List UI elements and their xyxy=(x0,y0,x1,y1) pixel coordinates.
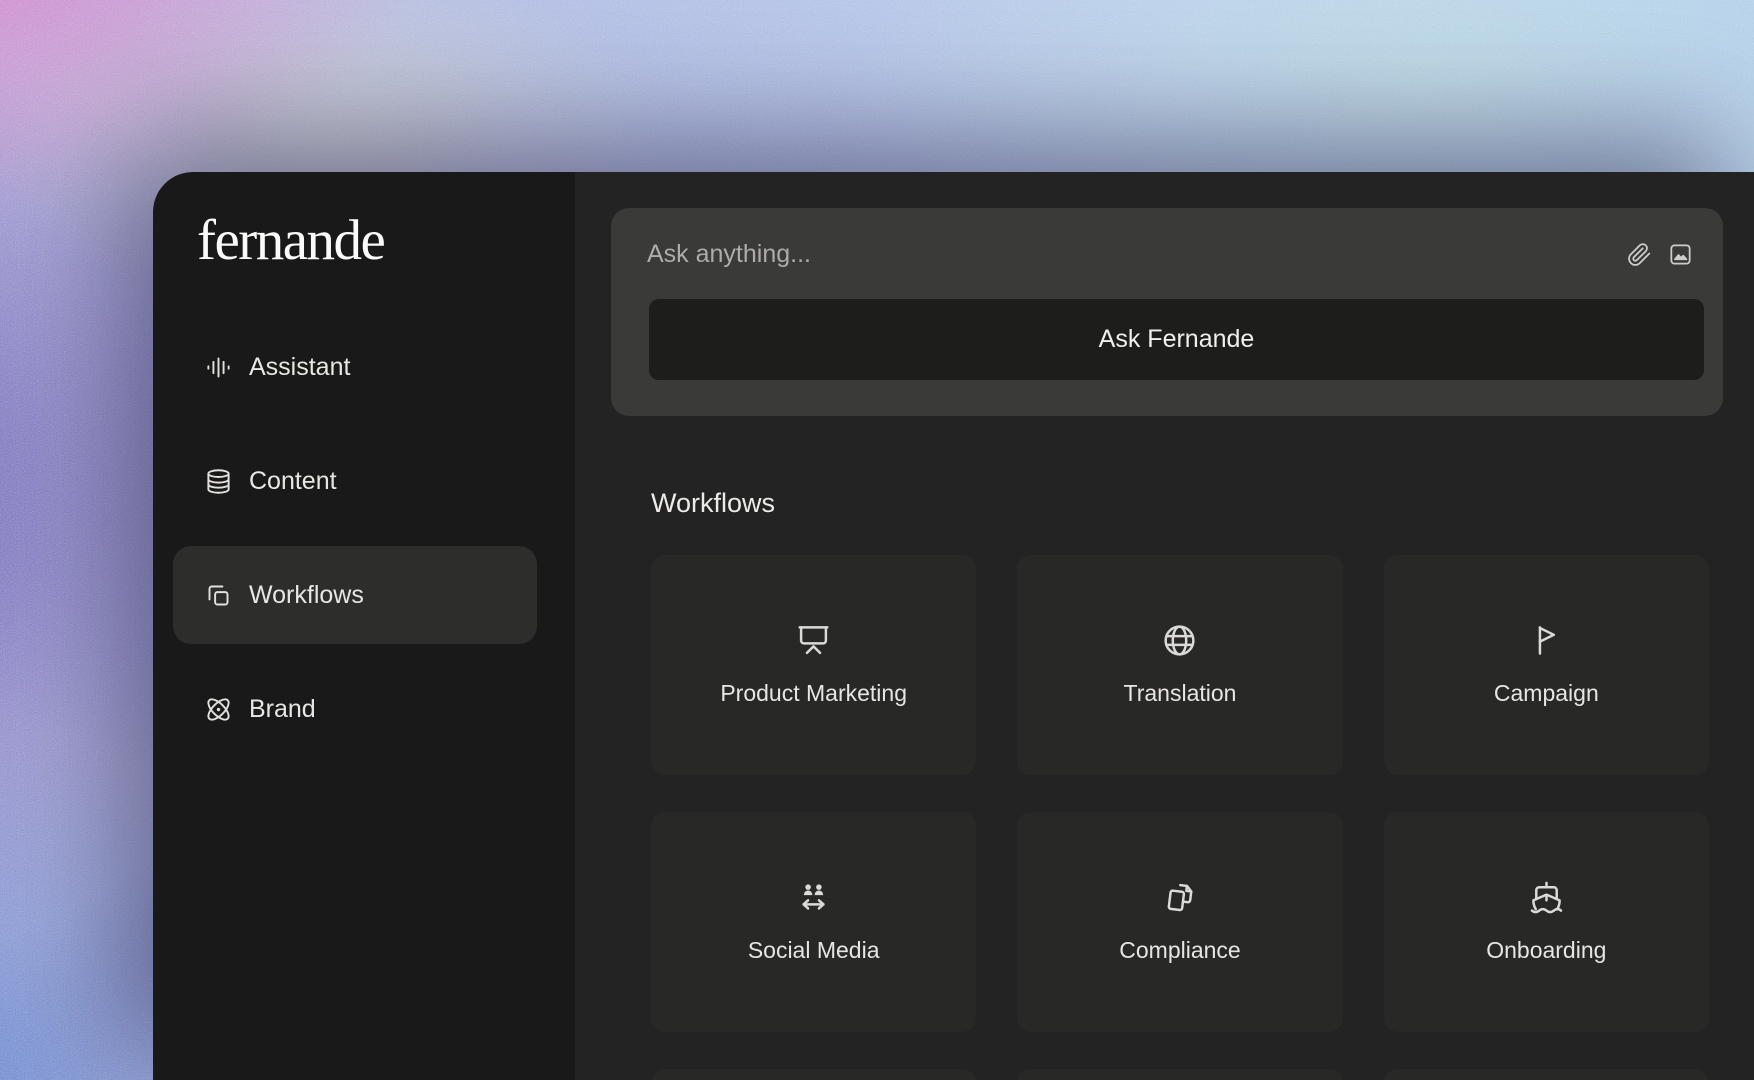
sidebar: fernande Assistant Content Workflows Bra… xyxy=(153,172,575,1080)
sidebar-item-label: Workflows xyxy=(249,580,364,609)
people-exchange-icon xyxy=(802,884,825,910)
card-product-marketing[interactable]: Product Marketing xyxy=(651,555,977,775)
card-social-media[interactable]: Social Media xyxy=(651,812,977,1032)
card-label: Translation xyxy=(1123,680,1237,706)
card-compliance[interactable]: Compliance xyxy=(1017,812,1343,1032)
database-icon xyxy=(207,468,230,494)
card-partial[interactable] xyxy=(1017,1069,1343,1080)
sidebar-item-brand[interactable]: Brand xyxy=(173,660,537,758)
audio-waveform-icon xyxy=(207,357,230,377)
globe-icon xyxy=(1164,625,1196,656)
ask-panel: Ask Fernande xyxy=(611,208,1723,416)
sidebar-item-label: Brand xyxy=(249,694,316,723)
workflow-card-grid: Product Marketing Translation Campaign S… xyxy=(651,555,1709,1080)
app-window: fernande Assistant Content Workflows Bra… xyxy=(153,172,1754,1080)
ask-input-row xyxy=(647,208,1693,301)
card-translation[interactable]: Translation xyxy=(1017,555,1343,775)
paperclip-icon[interactable] xyxy=(1627,242,1652,267)
card-label: Compliance xyxy=(1119,937,1241,963)
ask-fernande-button[interactable]: Ask Fernande xyxy=(649,299,1704,380)
main-content: Ask Fernande Workflows Product Marketing… xyxy=(575,172,1754,1080)
app-logo: fernande xyxy=(197,209,386,272)
sidebar-nav: Assistant Content Workflows Brand xyxy=(173,318,537,758)
copy-pages-icon xyxy=(208,585,229,605)
flag-icon xyxy=(1538,626,1555,655)
sidebar-item-workflows[interactable]: Workflows xyxy=(173,546,537,644)
card-onboarding[interactable]: Onboarding xyxy=(1383,812,1709,1032)
sidebar-item-label: Assistant xyxy=(249,352,351,381)
sidebar-item-label: Content xyxy=(249,466,337,495)
pages-icon xyxy=(1168,883,1193,912)
image-icon[interactable] xyxy=(1668,242,1693,267)
card-label: Product Marketing xyxy=(720,680,907,706)
sidebar-item-assistant[interactable]: Assistant xyxy=(173,318,537,416)
presentation-icon xyxy=(798,626,829,655)
card-partial[interactable] xyxy=(1383,1069,1709,1080)
card-label: Social Media xyxy=(747,937,880,963)
ask-input[interactable] xyxy=(647,240,1611,269)
ship-icon xyxy=(1530,881,1563,914)
card-partial[interactable] xyxy=(651,1069,977,1080)
atom-icon xyxy=(207,697,230,721)
card-label: Onboarding xyxy=(1486,937,1607,963)
section-title: Workflows xyxy=(651,488,776,518)
card-label: Campaign xyxy=(1493,680,1599,706)
card-campaign[interactable]: Campaign xyxy=(1383,555,1709,775)
sidebar-item-content[interactable]: Content xyxy=(173,432,537,530)
